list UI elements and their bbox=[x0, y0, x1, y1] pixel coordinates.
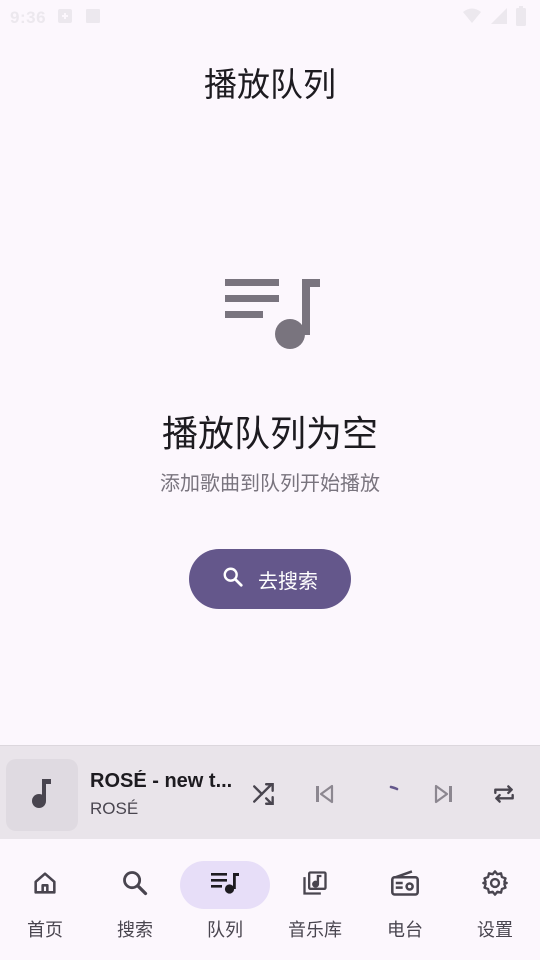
status-right bbox=[462, 5, 526, 31]
skip-previous-icon bbox=[312, 782, 336, 810]
bottom-nav: 首页 搜索 队列 音乐库 电台 设置 bbox=[0, 840, 540, 960]
repeat-icon bbox=[491, 781, 517, 811]
skip-previous-button[interactable] bbox=[304, 776, 344, 816]
go-search-label: 去搜索 bbox=[258, 568, 318, 593]
app-root: 9:36 播放队列 播放队列为空 添加歌曲到队列开始播放 去搜索 ROSÉ - … bbox=[0, 0, 540, 960]
nav-label: 搜索 bbox=[117, 920, 153, 941]
nav-item-settings[interactable]: 设置 bbox=[450, 840, 540, 960]
shuffle-icon bbox=[251, 781, 277, 811]
nav-label: 队列 bbox=[207, 920, 243, 941]
nav-label: 设置 bbox=[477, 920, 513, 941]
status-left: 9:36 bbox=[10, 7, 102, 30]
nav-pill bbox=[270, 861, 360, 909]
nav-item-library[interactable]: 音乐库 bbox=[270, 840, 360, 960]
album-art-placeholder[interactable] bbox=[6, 759, 78, 831]
nav-pill-active bbox=[180, 861, 270, 909]
nav-pill bbox=[90, 861, 180, 909]
page-title: 播放队列 bbox=[204, 65, 336, 104]
go-search-button[interactable]: 去搜索 bbox=[189, 549, 351, 609]
signal-icon bbox=[490, 7, 508, 30]
settings-icon bbox=[481, 869, 509, 901]
battery-icon bbox=[516, 5, 526, 31]
sim-icon bbox=[84, 7, 102, 30]
loading-spinner bbox=[370, 776, 410, 816]
skip-next-button[interactable] bbox=[424, 776, 464, 816]
music-note-icon bbox=[30, 777, 54, 813]
search-icon bbox=[121, 869, 149, 901]
nav-pill bbox=[360, 861, 450, 909]
library-music-icon bbox=[301, 869, 329, 901]
now-playing-artist: ROSÉ bbox=[90, 799, 139, 818]
nav-pill bbox=[0, 861, 90, 909]
radio-icon bbox=[390, 869, 420, 901]
nav-item-queue[interactable]: 队列 bbox=[180, 840, 270, 960]
empty-state-title: 播放队列为空 bbox=[161, 414, 378, 455]
nav-item-home[interactable]: 首页 bbox=[0, 840, 90, 960]
now-playing-title[interactable]: ROSÉ - new t... bbox=[90, 770, 240, 793]
nav-item-search[interactable]: 搜索 bbox=[90, 840, 180, 960]
queue-music-icon bbox=[210, 871, 240, 899]
home-icon bbox=[31, 869, 59, 901]
notification-icon bbox=[56, 7, 74, 30]
status-bar: 9:36 bbox=[0, 0, 540, 36]
repeat-button[interactable] bbox=[484, 776, 524, 816]
nav-label: 电台 bbox=[387, 920, 423, 941]
empty-state-subtitle: 添加歌曲到队列开始播放 bbox=[160, 471, 380, 495]
queue-music-icon bbox=[222, 276, 322, 352]
nav-label: 音乐库 bbox=[288, 920, 342, 941]
status-time: 9:36 bbox=[10, 8, 47, 27]
nav-pill bbox=[450, 861, 540, 909]
nav-label: 首页 bbox=[27, 920, 63, 941]
wifi-icon bbox=[462, 7, 482, 30]
shuffle-button[interactable] bbox=[244, 776, 284, 816]
search-icon bbox=[222, 566, 244, 593]
nav-item-radio[interactable]: 电台 bbox=[360, 840, 450, 960]
skip-next-icon bbox=[432, 782, 456, 810]
mini-player[interactable]: ROSÉ - new t... ROSÉ bbox=[0, 745, 540, 839]
